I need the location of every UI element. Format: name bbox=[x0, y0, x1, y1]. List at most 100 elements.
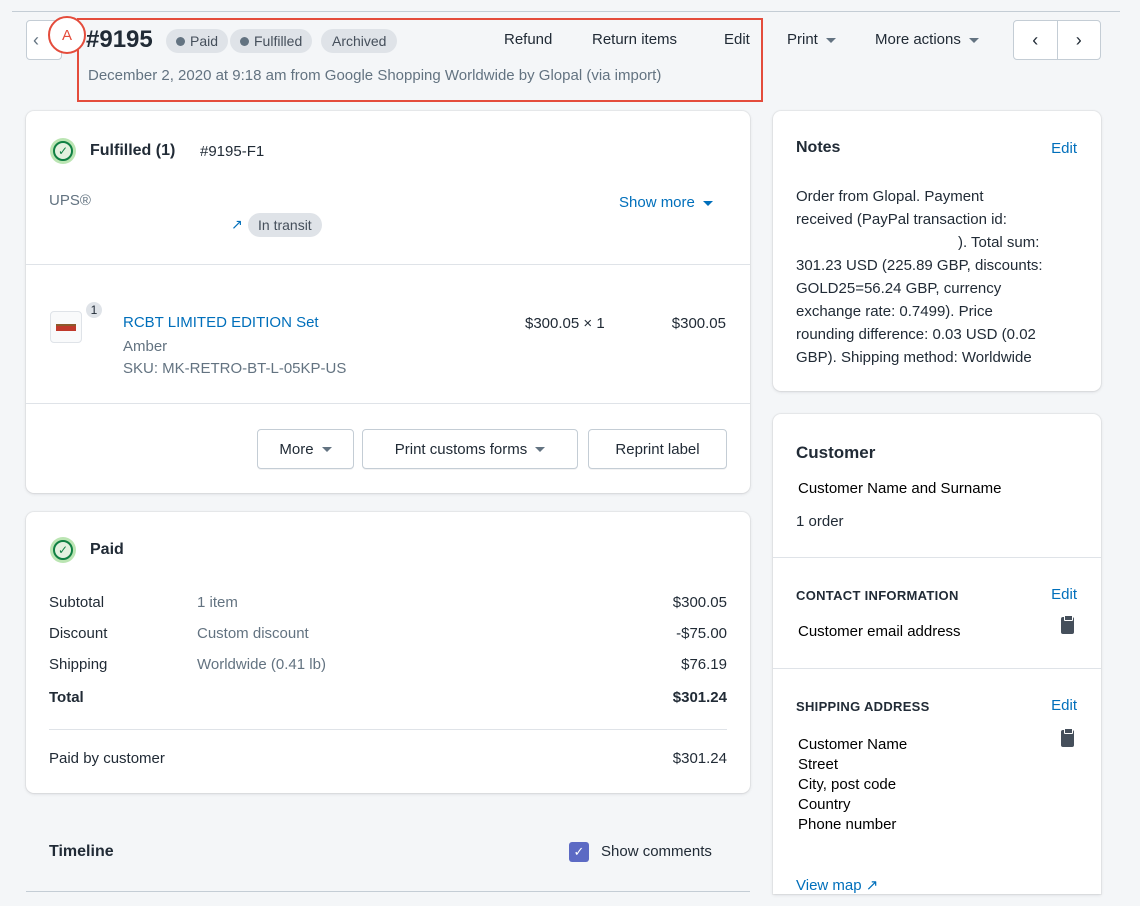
shipping-amount: $76.19 bbox=[681, 656, 727, 673]
discount-label: Discount bbox=[49, 625, 108, 642]
clipboard-icon[interactable] bbox=[1061, 728, 1074, 747]
external-link-icon[interactable]: ↗ bbox=[231, 216, 243, 233]
refund-button[interactable]: Refund bbox=[504, 31, 552, 48]
view-map-link[interactable]: View map ↗ bbox=[796, 876, 878, 894]
product-name-link[interactable]: RCBT LIMITED EDITION Set bbox=[123, 314, 319, 331]
status-badge-archived: Archived bbox=[321, 29, 398, 53]
caret-down-icon bbox=[825, 37, 836, 43]
unit-price: $300.05 × 1 bbox=[525, 315, 605, 332]
external-link-icon: ↗ bbox=[865, 877, 879, 894]
product-sku: SKU: MK-RETRO-BT-L-05KP-US bbox=[123, 360, 347, 377]
subtotal-detail: 1 item bbox=[197, 594, 238, 611]
print-customs-forms-button[interactable]: Print customs forms bbox=[362, 429, 578, 469]
caret-down-icon bbox=[321, 446, 332, 452]
notes-line: ). Total sum: bbox=[958, 234, 1040, 251]
payment-card: ✓ Paid Subtotal 1 item $300.05 Discount … bbox=[26, 512, 750, 793]
customer-name-link[interactable]: Customer Name and Surname bbox=[798, 480, 1001, 497]
status-dot-icon bbox=[176, 36, 185, 46]
total-amount: $301.24 bbox=[672, 689, 727, 706]
notes-title: Notes bbox=[796, 139, 841, 156]
contact-edit-link[interactable]: Edit bbox=[1023, 586, 1077, 603]
fulfillment-title: Fulfilled (1) bbox=[90, 142, 176, 159]
address-line: Customer Name bbox=[798, 736, 908, 753]
chevron-right-icon: › bbox=[1075, 29, 1082, 50]
fulfilled-status-icon: ✓ bbox=[50, 138, 76, 164]
notes-card: Notes Edit Order from Glopal. Payment re… bbox=[773, 111, 1101, 391]
return-items-button[interactable]: Return items bbox=[592, 31, 677, 48]
view-map-label: View map bbox=[796, 877, 862, 894]
caret-down-icon bbox=[535, 446, 546, 452]
divider bbox=[49, 729, 727, 730]
caret-down-icon bbox=[968, 37, 979, 43]
fulfillment-id: #9195-F1 bbox=[200, 143, 265, 160]
notes-line: Order from Glopal. Payment bbox=[796, 188, 984, 205]
product-variant: Amber bbox=[123, 338, 168, 355]
product-image bbox=[56, 324, 76, 331]
check-icon: ✓ bbox=[53, 540, 73, 560]
customer-email: Customer email address bbox=[798, 623, 961, 640]
notes-line: rounding difference: 0.03 USD (0.02 bbox=[796, 326, 1036, 343]
shipping-edit-link[interactable]: Edit bbox=[1023, 697, 1077, 714]
paid-status-icon: ✓ bbox=[50, 537, 76, 563]
shipping-address-title: SHIPPING ADDRESS bbox=[796, 699, 930, 714]
status-dot-icon bbox=[240, 36, 249, 46]
more-actions-button[interactable]: More actions bbox=[875, 31, 979, 48]
address-line: Street bbox=[798, 756, 839, 773]
reprint-label-button[interactable]: Reprint label bbox=[588, 429, 727, 469]
notes-line: GBP). Shipping method: Worldwide bbox=[796, 349, 1032, 366]
order-pager: ‹ › bbox=[1013, 20, 1101, 60]
chevron-left-icon: ‹ bbox=[33, 29, 39, 50]
edit-order-button[interactable]: Edit bbox=[724, 31, 750, 48]
notes-line: 301.23 USD (225.89 GBP, discounts: bbox=[796, 257, 1043, 274]
show-comments-label[interactable]: Show comments bbox=[601, 843, 712, 860]
contact-information-title: CONTACT INFORMATION bbox=[796, 588, 959, 603]
print-menu-button[interactable]: Print bbox=[787, 31, 836, 48]
divider bbox=[26, 403, 750, 404]
top-divider bbox=[12, 11, 1120, 12]
previous-order-button[interactable]: ‹ bbox=[1014, 21, 1057, 59]
payment-title: Paid bbox=[90, 541, 124, 558]
status-badge-paid: Paid bbox=[166, 29, 229, 53]
subtotal-amount: $300.05 bbox=[672, 594, 727, 611]
divider bbox=[773, 668, 1101, 669]
badge-label: Archived bbox=[332, 33, 387, 49]
subtotal-label: Subtotal bbox=[49, 594, 105, 611]
notes-line: GOLD25=56.24 GBP, currency bbox=[796, 280, 1002, 297]
customer-order-count[interactable]: 1 order bbox=[796, 513, 844, 530]
discount-amount: -$75.00 bbox=[676, 625, 727, 642]
tracking-status-badge[interactable]: In transit bbox=[248, 213, 322, 237]
next-order-button[interactable]: › bbox=[1056, 21, 1101, 59]
print-label: Print bbox=[787, 31, 818, 48]
more-button[interactable]: More bbox=[257, 429, 354, 469]
customer-title: Customer bbox=[796, 443, 876, 462]
checkmark-icon: ✓ bbox=[573, 844, 585, 859]
paid-by-customer-amount: $301.24 bbox=[672, 750, 727, 767]
notes-line: received (PayPal transaction id: bbox=[796, 211, 1007, 228]
shipping-detail: Worldwide (0.41 lb) bbox=[197, 656, 326, 673]
divider bbox=[773, 557, 1101, 558]
address-line: Phone number bbox=[798, 816, 897, 833]
shipping-label: Shipping bbox=[49, 656, 108, 673]
timeline-title: Timeline bbox=[49, 843, 114, 860]
badge-label: Paid bbox=[190, 33, 219, 49]
status-badge-fulfilled: Fulfilled bbox=[230, 29, 313, 53]
show-comments-checkbox[interactable]: ✓ bbox=[569, 842, 589, 862]
notes-line: exchange rate: 0.7499). Price bbox=[796, 303, 993, 320]
paid-by-customer-label: Paid by customer bbox=[49, 750, 165, 767]
timeline-divider bbox=[26, 891, 750, 892]
chevron-left-icon: ‹ bbox=[1032, 29, 1039, 50]
quantity-badge: 1 bbox=[84, 300, 104, 320]
caret-down-icon bbox=[702, 200, 713, 206]
shipping-address: Customer Name Street City, post code Cou… bbox=[798, 735, 907, 835]
more-actions-label: More actions bbox=[875, 31, 961, 48]
more-label: More bbox=[279, 440, 314, 458]
show-more-link[interactable]: Show more bbox=[619, 194, 713, 211]
divider bbox=[26, 264, 750, 265]
customer-card: Customer Customer Name and Surname 1 ord… bbox=[773, 414, 1101, 894]
notes-edit-link[interactable]: Edit bbox=[1023, 140, 1077, 157]
tracking-status-label: In transit bbox=[258, 217, 312, 233]
notes-body: Order from Glopal. Payment received (Pay… bbox=[796, 185, 1086, 369]
print-customs-label: Print customs forms bbox=[394, 440, 528, 458]
total-label: Total bbox=[49, 689, 84, 706]
clipboard-icon[interactable] bbox=[1061, 615, 1074, 634]
